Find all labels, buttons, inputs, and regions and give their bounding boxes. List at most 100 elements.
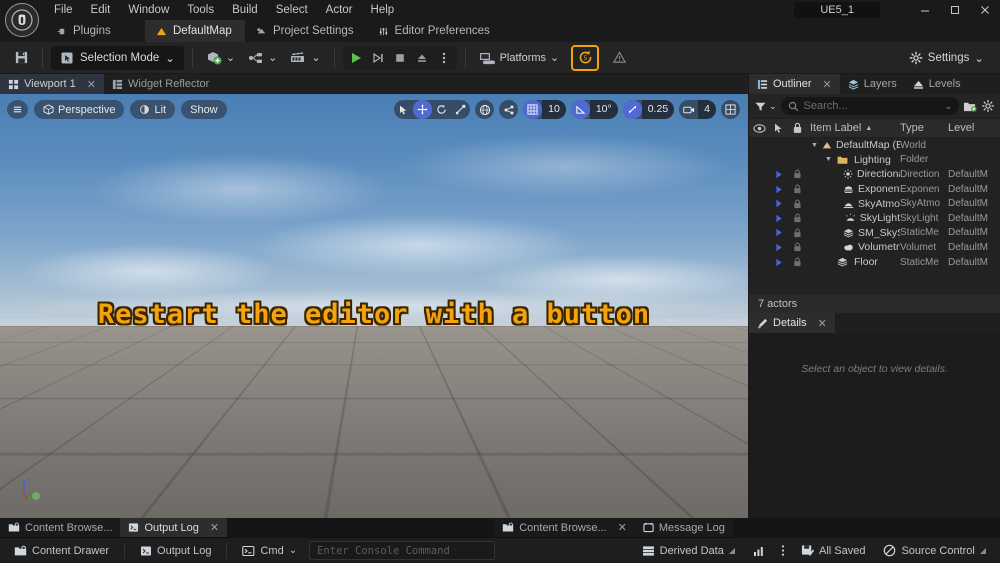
- angle-snap-button[interactable]: [570, 100, 590, 119]
- minimize-button[interactable]: [910, 0, 940, 20]
- row-selectable-toggle[interactable]: [769, 185, 788, 194]
- menu-item-tools[interactable]: Tools: [178, 0, 223, 20]
- scale-snap-value[interactable]: 0.25: [641, 100, 675, 119]
- eye-icon[interactable]: [749, 118, 769, 138]
- camera-speed-value[interactable]: 4: [698, 100, 716, 119]
- cmd-dropdown[interactable]: Cmd ⌄: [234, 541, 305, 561]
- surface-snap-button[interactable]: [499, 100, 518, 119]
- selection-mode-dropdown[interactable]: Selection Mode ⌄: [51, 45, 184, 70]
- perspective-dropdown[interactable]: Perspective: [34, 100, 125, 119]
- stop-button[interactable]: [389, 47, 411, 69]
- select-tool-button[interactable]: [394, 100, 413, 119]
- warning-button[interactable]: [606, 46, 632, 70]
- step-button[interactable]: [367, 47, 389, 69]
- outliner-settings-button[interactable]: [981, 99, 995, 113]
- platforms-button[interactable]: Platforms ⌄: [474, 46, 565, 70]
- close-icon-content-browser-2[interactable]: ✕: [618, 521, 627, 534]
- show-dropdown[interactable]: Show: [181, 100, 227, 119]
- close-icon-output-log[interactable]: ✕: [210, 521, 219, 534]
- close-icon-details[interactable]: ✕: [818, 317, 827, 330]
- view-mode-dropdown[interactable]: Lit: [130, 100, 176, 119]
- tab-plugins[interactable]: Plugins: [45, 20, 145, 42]
- outliner-tree[interactable]: ▼DefaultMap (EditoWorld▼LightingFolderDi…: [749, 138, 1000, 293]
- all-saved-button[interactable]: All Saved: [793, 541, 873, 561]
- cursor-icon[interactable]: [769, 118, 788, 138]
- lock-icon[interactable]: [788, 118, 807, 138]
- angle-snap-value[interactable]: 10°: [589, 100, 618, 119]
- content-drawer-button[interactable]: Content Drawer: [6, 541, 117, 561]
- menu-item-build[interactable]: Build: [223, 0, 267, 20]
- source-control-button[interactable]: Source Control ◢: [875, 541, 994, 561]
- blueprint-button[interactable]: ⌄: [243, 46, 282, 70]
- tab-levels[interactable]: Levels: [904, 74, 969, 94]
- chevron-down-icon-search[interactable]: ⌄: [944, 101, 952, 112]
- new-folder-button[interactable]: [963, 100, 977, 113]
- row-selectable-toggle[interactable]: [769, 199, 788, 208]
- console-command-input[interactable]: Enter Console Command: [309, 541, 496, 560]
- derived-data-button[interactable]: Derived Data ◢: [634, 541, 743, 561]
- close-button[interactable]: [970, 0, 1000, 20]
- row-lock-toggle[interactable]: [788, 228, 807, 238]
- row-selectable-toggle[interactable]: [769, 243, 788, 252]
- outliner-row[interactable]: SkyLight SkyLight DefaultM: [749, 211, 1000, 226]
- row-lock-toggle[interactable]: [788, 184, 807, 194]
- grid-snap-value[interactable]: 10: [542, 100, 566, 119]
- outliner-row[interactable]: ▼ DefaultMap (EditoWorld: [749, 138, 1000, 153]
- eject-button[interactable]: [411, 47, 433, 69]
- row-selectable-toggle[interactable]: [769, 258, 788, 267]
- column-level[interactable]: Level: [948, 122, 1000, 134]
- move-tool-button[interactable]: [413, 100, 433, 119]
- status-more-button[interactable]: [775, 541, 791, 561]
- grid-snap-button[interactable]: [523, 100, 543, 119]
- level-viewport[interactable]: Restart the editor with a button z x Per…: [0, 94, 748, 518]
- play-button[interactable]: [345, 47, 367, 69]
- scale-snap-button[interactable]: [622, 100, 642, 119]
- row-lock-toggle[interactable]: [788, 257, 807, 267]
- close-icon[interactable]: ✕: [87, 78, 96, 91]
- restart-editor-button[interactable]: 5: [575, 46, 595, 70]
- menu-item-select[interactable]: Select: [267, 0, 317, 20]
- bottom-tab-output-log[interactable]: Output Log ✕: [120, 518, 228, 537]
- add-actor-button[interactable]: ⌄: [201, 46, 240, 70]
- menu-item-help[interactable]: Help: [362, 0, 404, 20]
- settings-dropdown[interactable]: Settings ⌄: [901, 46, 992, 70]
- tab-editor-preferences[interactable]: Editor Preferences: [366, 20, 503, 42]
- menu-item-file[interactable]: File: [45, 0, 82, 20]
- bottom-tab-content-browser-1[interactable]: Content Browse...: [0, 518, 121, 537]
- camera-speed-button[interactable]: [679, 100, 698, 119]
- outliner-row[interactable]: SM_SkySpherStaticMe DefaultM: [749, 226, 1000, 241]
- outliner-row[interactable]: VolumetricCloVolumet DefaultM: [749, 240, 1000, 255]
- outliner-row[interactable]: ▼ Lighting Folder: [749, 153, 1000, 168]
- play-more-options-button[interactable]: [433, 47, 455, 69]
- row-lock-toggle[interactable]: [788, 213, 807, 223]
- outliner-row[interactable]: SkyAtmospheSkyAtmo DefaultM: [749, 196, 1000, 211]
- row-selectable-toggle[interactable]: [769, 170, 788, 179]
- tab-outliner[interactable]: Outliner ✕: [749, 74, 840, 94]
- row-lock-toggle[interactable]: [788, 169, 807, 179]
- viewport-menu-button[interactable]: [7, 100, 28, 119]
- scale-tool-button[interactable]: [451, 100, 470, 119]
- unreal-logo-icon[interactable]: [5, 3, 39, 37]
- stats-button[interactable]: [745, 541, 773, 561]
- column-item-label[interactable]: Item Label ▲: [807, 122, 900, 134]
- row-lock-toggle[interactable]: [788, 242, 807, 252]
- tab-defaultmap[interactable]: DefaultMap: [145, 20, 245, 42]
- menu-item-window[interactable]: Window: [119, 0, 178, 20]
- bottom-tab-content-browser-2[interactable]: Content Browse... ✕: [494, 518, 635, 537]
- outliner-row[interactable]: DirectionalLigDirection DefaultM: [749, 167, 1000, 182]
- row-selectable-toggle[interactable]: [769, 214, 788, 223]
- tab-project-settings[interactable]: Project Settings: [245, 20, 367, 42]
- cinematics-button[interactable]: ⌄: [285, 46, 325, 70]
- tab-layers[interactable]: Layers: [839, 74, 905, 94]
- row-selectable-toggle[interactable]: [769, 228, 788, 237]
- row-expander-icon[interactable]: ▼: [811, 142, 818, 149]
- bottom-tab-message-log[interactable]: Message Log: [634, 518, 733, 537]
- tab-viewport-1[interactable]: Viewport 1 ✕: [0, 74, 104, 94]
- tab-details[interactable]: Details ✕: [749, 313, 835, 333]
- row-lock-toggle[interactable]: [788, 199, 807, 209]
- column-type[interactable]: Type: [900, 122, 948, 134]
- outliner-row[interactable]: Floor StaticMe DefaultM: [749, 255, 1000, 270]
- maximize-button[interactable]: [940, 0, 970, 20]
- output-log-button[interactable]: Output Log: [132, 541, 219, 561]
- maximize-viewport-button[interactable]: [721, 100, 740, 119]
